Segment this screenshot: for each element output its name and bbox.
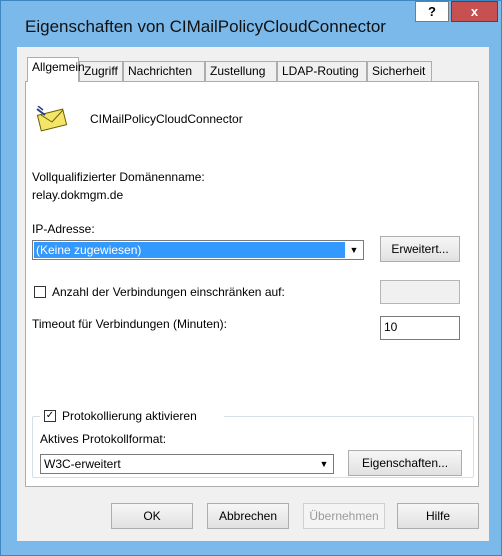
connector-name: CIMailPolicyCloudConnector — [90, 112, 243, 126]
window-title: Eigenschaften von CIMailPolicyCloudConne… — [25, 17, 386, 36]
ok-button[interactable]: OK — [111, 503, 193, 529]
ip-address-dropdown[interactable]: (Keine zugewiesen) ▼ — [32, 240, 364, 260]
chevron-down-icon[interactable]: ▼ — [346, 242, 362, 258]
cancel-button[interactable]: Abbrechen — [207, 503, 289, 529]
timeout-label: Timeout für Verbindungen (Minuten): — [32, 317, 227, 331]
fqdn-value: relay.dokmgm.de — [32, 188, 124, 202]
tab-allgemein[interactable]: Allgemein — [27, 57, 85, 82]
chevron-down-icon[interactable]: ▼ — [316, 456, 332, 472]
ip-address-value: (Keine zugewiesen) — [36, 243, 142, 257]
checkmark-icon: ✓ — [45, 410, 55, 421]
timeout-input[interactable]: 10 — [380, 316, 460, 340]
fqdn-label: Vollqualifizierter Domänenname: — [32, 170, 205, 184]
ip-label: IP-Adresse: — [32, 222, 95, 236]
apply-button[interactable]: Übernehmen — [303, 503, 385, 529]
logging-group-header: ✓ Protokollierung aktivieren — [40, 408, 224, 424]
log-properties-button[interactable]: Eigenschaften... — [348, 450, 462, 476]
tab-nachrichten[interactable]: Nachrichten — [123, 61, 205, 81]
dialog-client: Allgemein Zugriff Nachrichten Zustellung… — [17, 47, 489, 541]
limit-connections-label: Anzahl der Verbindungen einschränken auf… — [52, 285, 285, 299]
advanced-button[interactable]: Erweitert... — [380, 236, 460, 262]
tab-ldap-routing[interactable]: LDAP-Routing — [277, 61, 367, 81]
limit-connections-input[interactable] — [380, 280, 460, 304]
log-format-value: W3C-erweitert — [44, 457, 121, 471]
envelope-icon — [36, 106, 68, 132]
tab-zustellung[interactable]: Zustellung — [205, 61, 277, 81]
tab-zugriff[interactable]: Zugriff — [79, 61, 123, 81]
limit-connections-checkbox[interactable] — [34, 286, 46, 298]
dialog-window: Eigenschaften von CIMailPolicyCloudConne… — [0, 0, 502, 556]
logging-label: Protokollierung aktivieren — [62, 409, 197, 423]
log-format-dropdown[interactable]: W3C-erweitert ▼ — [40, 454, 334, 474]
footer-help-button[interactable]: Hilfe — [397, 503, 479, 529]
tab-panel-allgemein: CIMailPolicyCloudConnector Vollqualifizi… — [25, 81, 479, 487]
log-format-label: Aktives Protokollformat: — [40, 432, 167, 446]
tab-sicherheit[interactable]: Sicherheit — [367, 61, 432, 81]
logging-checkbox[interactable]: ✓ — [44, 410, 56, 422]
close-button[interactable]: x — [451, 1, 498, 22]
help-button[interactable]: ? — [415, 1, 449, 22]
